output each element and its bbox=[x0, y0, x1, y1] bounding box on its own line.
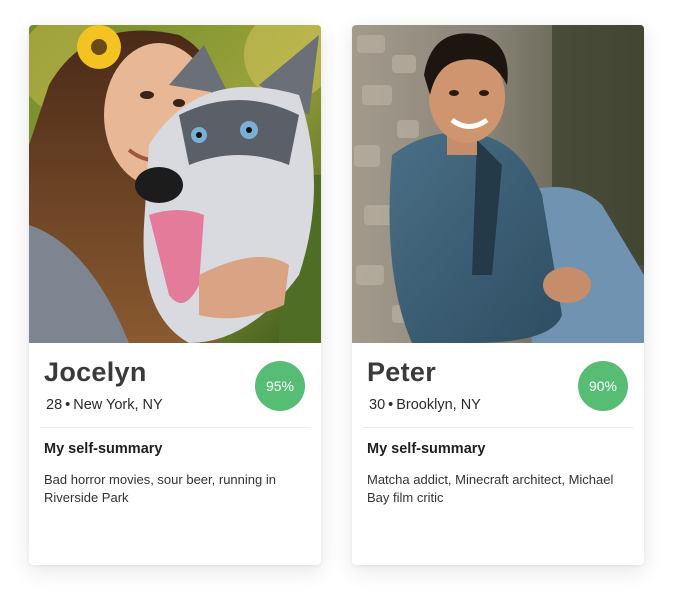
woman-with-husky-photo bbox=[29, 25, 321, 343]
profile-location: New York, NY bbox=[73, 397, 163, 413]
summary-heading: My self-summary bbox=[367, 441, 486, 457]
profile-meta: 28 • New York, NY bbox=[46, 397, 163, 413]
profile-meta: 30 • Brooklyn, NY bbox=[369, 397, 481, 413]
profile-age: 30 bbox=[369, 397, 386, 413]
summary-text: Bad horror movies, sour beer, running in… bbox=[44, 472, 276, 505]
profile-photo[interactable] bbox=[352, 25, 644, 343]
profile-name: Peter bbox=[367, 357, 437, 387]
profile-cards-stage: Jocelyn 28 • New York, NY 95% My self-summ… bbox=[0, 0, 673, 590]
summary-text: Matcha addict, Minecraft architect, Mich… bbox=[367, 472, 614, 505]
man-denim-jacket-photo bbox=[352, 25, 644, 343]
profile-info: Jocelyn 28 • New York, NY 95% My self-summ… bbox=[29, 343, 321, 565]
match-percentage-badge: 95% bbox=[255, 361, 305, 411]
match-percentage-badge: 90% bbox=[578, 361, 628, 411]
meta-separator: • bbox=[388, 397, 394, 413]
profile-info: Peter 30 • Brooklyn, NY 90% My self-summar… bbox=[352, 343, 644, 565]
divider bbox=[363, 427, 633, 428]
profile-location: Brooklyn, NY bbox=[396, 397, 481, 413]
profile-card-jocelyn[interactable]: Jocelyn 28 • New York, NY 95% My self-summ… bbox=[29, 25, 321, 565]
profile-age: 28 bbox=[46, 397, 63, 413]
divider bbox=[40, 427, 310, 428]
profile-card-peter[interactable]: Peter 30 • Brooklyn, NY 90% My self-summar… bbox=[352, 25, 644, 565]
meta-separator: • bbox=[65, 397, 71, 413]
profile-photo[interactable] bbox=[29, 25, 321, 343]
profile-name: Jocelyn bbox=[44, 357, 147, 387]
summary-heading: My self-summary bbox=[44, 441, 163, 457]
